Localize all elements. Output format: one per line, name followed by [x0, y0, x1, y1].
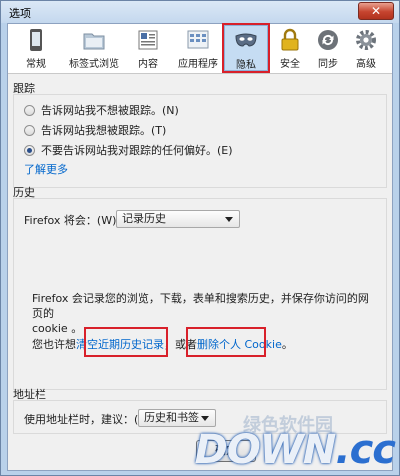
sync-icon	[318, 30, 338, 50]
applications-icon	[187, 30, 209, 49]
tracking-option-want-track[interactable]: 告诉网站我想被跟踪。(T)	[24, 122, 166, 138]
learn-more-link[interactable]: 了解更多	[24, 161, 68, 177]
radio-button[interactable]	[24, 124, 35, 136]
tracking-option-label: 告诉网站我不想被跟踪。(N)	[41, 104, 179, 117]
tab-advanced[interactable]: 高级	[344, 25, 388, 71]
history-mode-dropdown[interactable]: 记录历史	[116, 210, 240, 228]
tracking-group: 告诉网站我不想被跟踪。(N) 告诉网站我想被跟踪。(T) 不要告诉网站我对跟踪的…	[13, 94, 387, 188]
history-group: Firefox 将会：(W) 记录历史 Firefox 会记录您的浏览，下载，表…	[13, 198, 387, 390]
watermark-logo: DOWN.cc	[194, 427, 396, 473]
folder-tabs-icon	[83, 33, 105, 50]
history-mode-value: 记录历史	[122, 212, 166, 225]
suggest-value: 历史和书签	[144, 411, 199, 424]
tab-tabbed-browsing-label: 标签式浏览	[69, 59, 119, 70]
tab-tabbed-browsing[interactable]: 标签式浏览	[66, 25, 122, 71]
lock-icon	[281, 28, 299, 51]
tab-applications[interactable]: 应用程序	[174, 25, 222, 71]
mask-icon	[235, 33, 257, 47]
chevron-down-icon	[225, 217, 233, 222]
chevron-down-icon	[201, 416, 209, 421]
suggest-label: 使用地址栏时，建议：(L)	[24, 413, 149, 426]
tab-general-label: 常规	[26, 59, 46, 70]
suggest-dropdown[interactable]: 历史和书签	[138, 409, 216, 427]
title-bar[interactable]: 选项 ✕	[1, 1, 399, 23]
tracking-option-do-not-track[interactable]: 告诉网站我不想被跟踪。(N)	[24, 102, 179, 118]
watermark-suffix: .cc	[335, 427, 396, 473]
tab-content-label: 内容	[138, 59, 158, 70]
tracking-option-no-preference[interactable]: 不要告诉网站我对跟踪的任何偏好。(E)	[24, 142, 233, 158]
firefox-will-label: Firefox 将会：(W)	[24, 214, 117, 227]
category-toolbar: 常规 标签式浏览 内容 应用程序 隐私 安全 同步 高级	[8, 23, 392, 74]
tab-applications-label: 应用程序	[178, 59, 218, 70]
remove-cookies-highlight	[186, 327, 266, 357]
tab-content[interactable]: 内容	[126, 25, 170, 71]
radio-button-selected[interactable]	[24, 144, 35, 156]
phone-icon	[30, 29, 42, 51]
gear-icon	[356, 30, 376, 50]
maybe-prefix-text: 您也许想	[32, 338, 76, 351]
content-icon	[138, 30, 158, 50]
options-client-area: 常规 标签式浏览 内容 应用程序 隐私 安全 同步 高级 跟踪 告诉网站我不想被…	[7, 23, 393, 471]
tab-privacy-label: 隐私	[236, 60, 256, 71]
clear-history-highlight	[84, 327, 168, 357]
close-button[interactable]: ✕	[358, 2, 394, 20]
end-text: 。	[281, 338, 293, 351]
tab-privacy[interactable]: 隐私	[222, 23, 270, 73]
window-title: 选项	[9, 7, 31, 20]
options-window: 选项 ✕ 常规 标签式浏览 内容 应用程序 隐私 安全 同步 高级 跟踪 告诉网…	[0, 0, 400, 476]
tab-advanced-label: 高级	[356, 59, 376, 70]
watermark-brand: DOWN	[194, 427, 337, 473]
radio-button[interactable]	[24, 104, 35, 116]
tracking-option-label: 不要告诉网站我对跟踪的任何偏好。(E)	[41, 144, 233, 157]
history-description-line1: Firefox 会记录您的浏览，下载，表单和搜索历史，并保存你访问的网页的	[32, 292, 369, 320]
tracking-option-label: 告诉网站我想被跟踪。(T)	[41, 124, 167, 137]
tab-general[interactable]: 常规	[14, 25, 58, 71]
